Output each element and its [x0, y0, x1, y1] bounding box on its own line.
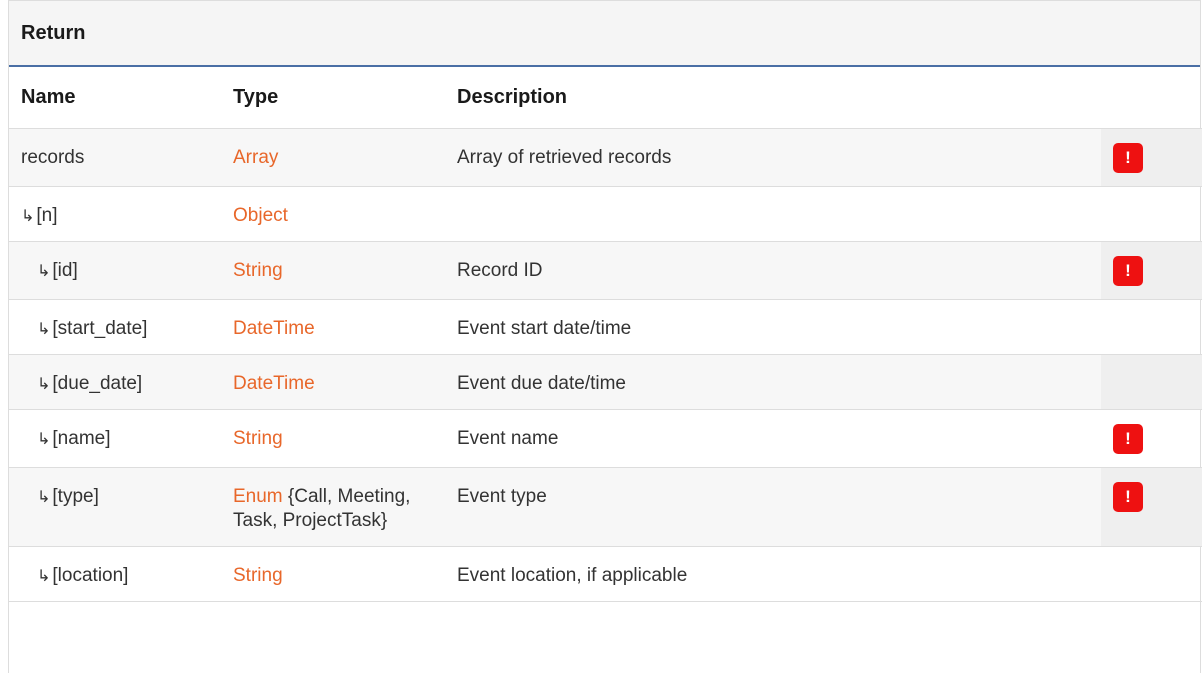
- field-description: Array of retrieved records: [445, 128, 1101, 187]
- type-link[interactable]: DateTime: [233, 373, 315, 394]
- type-link[interactable]: DateTime: [233, 318, 315, 339]
- section-title: Return: [21, 21, 86, 44]
- return-arrow-icon: ↳: [37, 261, 51, 280]
- type-link[interactable]: Enum: [233, 486, 283, 507]
- table-row: ↳ [start_date] DateTime Event start date/…: [9, 299, 1202, 355]
- table-row: ↳ [id] String Record ID !: [9, 241, 1202, 300]
- table-row: ↳ [n] Object: [9, 186, 1202, 242]
- column-header-type: Type: [221, 67, 445, 129]
- table-header-row: Name Type Description: [9, 67, 1202, 129]
- field-name: ↳ [id]: [9, 241, 221, 300]
- required-badge-icon: !: [1113, 256, 1143, 286]
- field-description: Event due date/time: [445, 354, 1101, 410]
- field-name: records: [9, 128, 221, 187]
- required-badge-icon: !: [1113, 424, 1143, 454]
- table-row: records Array Array of retrieved records…: [9, 128, 1202, 187]
- field-description: Event location, if applicable: [445, 546, 1101, 602]
- table-row: ↳ [name] String Event name !: [9, 409, 1202, 468]
- column-header-name: Name: [9, 67, 221, 129]
- field-name-label: [start_date]: [52, 318, 148, 339]
- field-description: [445, 186, 1101, 242]
- field-type: String: [221, 409, 445, 468]
- type-link[interactable]: Object: [233, 205, 288, 226]
- table-row: ↳ [due_date] DateTime Event due date/time: [9, 354, 1202, 410]
- field-description: Event name: [445, 409, 1101, 468]
- table-row: ↳ [location] String Event location, if ap…: [9, 546, 1202, 602]
- return-table: Name Type Description records Array Arra…: [9, 67, 1202, 602]
- field-type: String: [221, 241, 445, 300]
- field-type: String: [221, 546, 445, 602]
- field-name-label: [id]: [52, 260, 78, 281]
- type-link[interactable]: String: [233, 428, 283, 449]
- field-name: ↳ [n]: [9, 186, 221, 242]
- type-link[interactable]: Array: [233, 147, 278, 168]
- section-header: Return: [9, 1, 1200, 67]
- field-name: ↳ [location]: [9, 546, 221, 602]
- required-cell: !: [1101, 467, 1202, 547]
- field-name-label: [n]: [36, 205, 58, 226]
- field-name-label: [name]: [52, 428, 111, 449]
- required-cell: [1101, 354, 1202, 410]
- field-description: Record ID: [445, 241, 1101, 300]
- required-cell: [1101, 186, 1202, 242]
- field-name-label: [location]: [52, 565, 129, 586]
- field-type: DateTime: [221, 354, 445, 410]
- required-cell: [1101, 299, 1202, 355]
- field-type: Enum {Call, Meeting, Task, ProjectTask}: [221, 467, 445, 547]
- return-arrow-icon: ↳: [37, 374, 51, 393]
- type-link[interactable]: String: [233, 565, 283, 586]
- field-name: ↳ [due_date]: [9, 354, 221, 410]
- field-type: Array: [221, 128, 445, 187]
- field-name: ↳ [name]: [9, 409, 221, 468]
- field-type: DateTime: [221, 299, 445, 355]
- required-cell: !: [1101, 409, 1202, 468]
- return-arrow-icon: ↳: [37, 487, 51, 506]
- field-type: Object: [221, 186, 445, 242]
- return-panel: Return Name Type Description records Arr…: [8, 0, 1202, 673]
- return-arrow-icon: ↳: [37, 429, 51, 448]
- required-cell: !: [1101, 128, 1202, 187]
- field-name: ↳ [start_date]: [9, 299, 221, 355]
- column-header-description: Description: [445, 67, 1101, 129]
- required-cell: !: [1101, 241, 1202, 300]
- required-cell: [1101, 546, 1202, 602]
- column-header-flag: [1101, 67, 1202, 129]
- required-badge-icon: !: [1113, 482, 1143, 512]
- table-row: ↳ [type] Enum {Call, Meeting, Task, Proje…: [9, 467, 1202, 547]
- return-arrow-icon: ↳: [21, 206, 35, 225]
- field-name: ↳ [type]: [9, 467, 221, 547]
- type-link[interactable]: String: [233, 260, 283, 281]
- return-arrow-icon: ↳: [37, 319, 51, 338]
- field-description: Event start date/time: [445, 299, 1101, 355]
- field-name-label: [due_date]: [52, 373, 143, 394]
- field-name-label: [type]: [52, 486, 99, 507]
- field-description: Event type: [445, 467, 1101, 547]
- required-badge-icon: !: [1113, 143, 1143, 173]
- return-arrow-icon: ↳: [37, 566, 51, 585]
